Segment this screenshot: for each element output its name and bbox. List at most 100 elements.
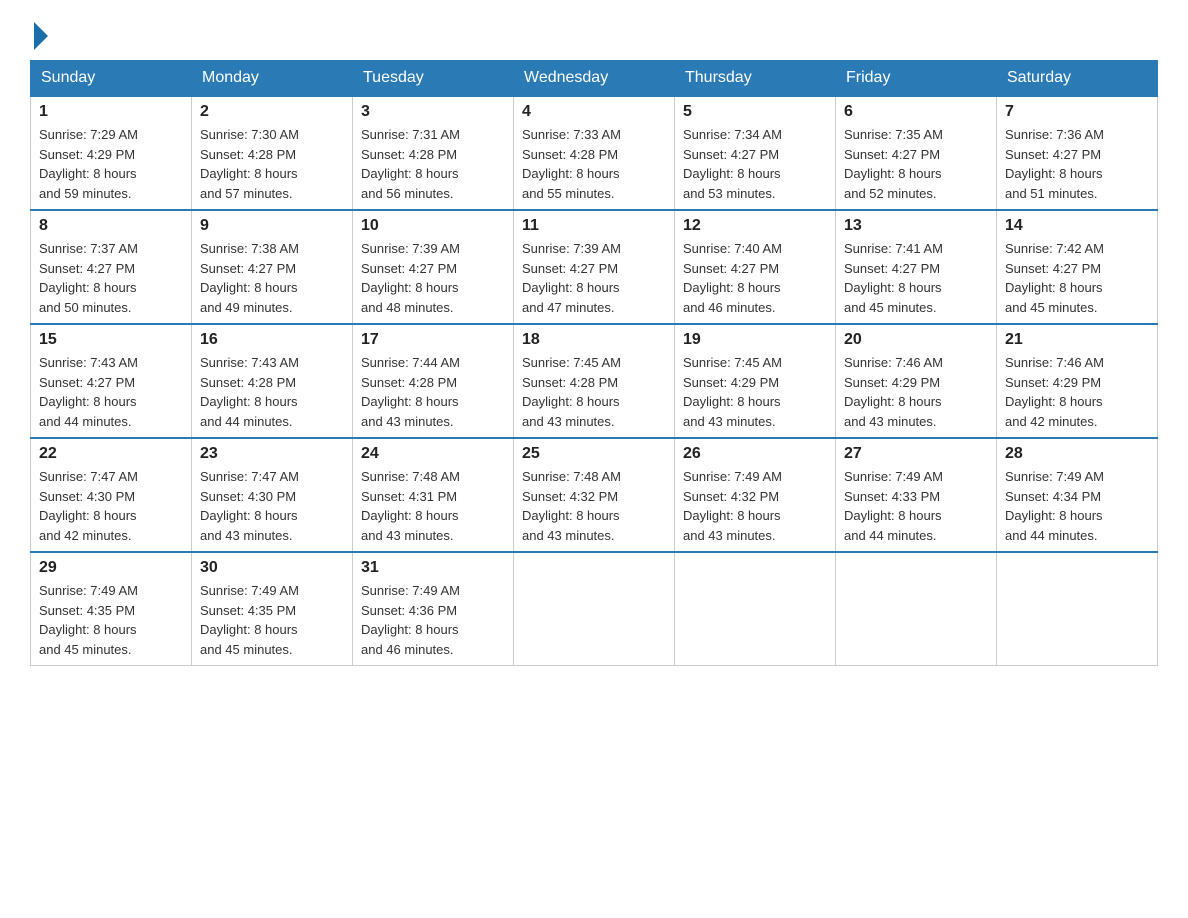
calendar-cell: 16 Sunrise: 7:43 AMSunset: 4:28 PMDayligh… <box>192 324 353 438</box>
calendar-cell: 30 Sunrise: 7:49 AMSunset: 4:35 PMDayligh… <box>192 552 353 666</box>
calendar-week-row: 1 Sunrise: 7:29 AMSunset: 4:29 PMDaylight… <box>31 96 1158 210</box>
calendar-cell: 22 Sunrise: 7:47 AMSunset: 4:30 PMDayligh… <box>31 438 192 552</box>
day-info: Sunrise: 7:36 AMSunset: 4:27 PMDaylight:… <box>1005 125 1149 203</box>
day-info: Sunrise: 7:33 AMSunset: 4:28 PMDaylight:… <box>522 125 666 203</box>
weekday-header-tuesday: Tuesday <box>353 61 514 97</box>
day-info: Sunrise: 7:35 AMSunset: 4:27 PMDaylight:… <box>844 125 988 203</box>
calendar-table: SundayMondayTuesdayWednesdayThursdayFrid… <box>30 60 1158 666</box>
day-number: 1 <box>39 103 183 121</box>
calendar-cell: 3 Sunrise: 7:31 AMSunset: 4:28 PMDaylight… <box>353 96 514 210</box>
day-info: Sunrise: 7:34 AMSunset: 4:27 PMDaylight:… <box>683 125 827 203</box>
day-number: 11 <box>522 217 666 235</box>
day-info: Sunrise: 7:49 AMSunset: 4:33 PMDaylight:… <box>844 467 988 545</box>
calendar-cell: 23 Sunrise: 7:47 AMSunset: 4:30 PMDayligh… <box>192 438 353 552</box>
calendar-cell: 19 Sunrise: 7:45 AMSunset: 4:29 PMDayligh… <box>675 324 836 438</box>
day-number: 21 <box>1005 331 1149 349</box>
day-number: 24 <box>361 445 505 463</box>
day-info: Sunrise: 7:48 AMSunset: 4:31 PMDaylight:… <box>361 467 505 545</box>
calendar-cell: 28 Sunrise: 7:49 AMSunset: 4:34 PMDayligh… <box>997 438 1158 552</box>
day-info: Sunrise: 7:47 AMSunset: 4:30 PMDaylight:… <box>200 467 344 545</box>
calendar-week-row: 29 Sunrise: 7:49 AMSunset: 4:35 PMDayligh… <box>31 552 1158 666</box>
day-number: 15 <box>39 331 183 349</box>
day-number: 29 <box>39 559 183 577</box>
calendar-cell <box>997 552 1158 666</box>
calendar-cell: 20Sunrise: 7:46 AMSunset: 4:29 PMDayligh… <box>836 324 997 438</box>
day-number: 22 <box>39 445 183 463</box>
day-number: 16 <box>200 331 344 349</box>
calendar-header-row: SundayMondayTuesdayWednesdayThursdayFrid… <box>31 61 1158 97</box>
day-info: Sunrise: 7:49 AMSunset: 4:35 PMDaylight:… <box>39 581 183 659</box>
day-number: 3 <box>361 103 505 121</box>
day-number: 14 <box>1005 217 1149 235</box>
day-info: Sunrise: 7:45 AMSunset: 4:28 PMDaylight:… <box>522 353 666 431</box>
day-info: Sunrise: 7:38 AMSunset: 4:27 PMDaylight:… <box>200 239 344 317</box>
day-info: Sunrise: 7:46 AMSunset: 4:29 PMDaylight:… <box>1005 353 1149 431</box>
day-number: 7 <box>1005 103 1149 121</box>
day-info: Sunrise: 7:39 AMSunset: 4:27 PMDaylight:… <box>522 239 666 317</box>
calendar-cell: 9 Sunrise: 7:38 AMSunset: 4:27 PMDaylight… <box>192 210 353 324</box>
day-info: Sunrise: 7:45 AMSunset: 4:29 PMDaylight:… <box>683 353 827 431</box>
calendar-cell: 25Sunrise: 7:48 AMSunset: 4:32 PMDayligh… <box>514 438 675 552</box>
day-number: 4 <box>522 103 666 121</box>
day-info: Sunrise: 7:43 AMSunset: 4:27 PMDaylight:… <box>39 353 183 431</box>
calendar-week-row: 8 Sunrise: 7:37 AMSunset: 4:27 PMDaylight… <box>31 210 1158 324</box>
day-info: Sunrise: 7:47 AMSunset: 4:30 PMDaylight:… <box>39 467 183 545</box>
page-header <box>30 20 1158 50</box>
day-info: Sunrise: 7:31 AMSunset: 4:28 PMDaylight:… <box>361 125 505 203</box>
calendar-cell: 10 Sunrise: 7:39 AMSunset: 4:27 PMDayligh… <box>353 210 514 324</box>
weekday-header-saturday: Saturday <box>997 61 1158 97</box>
calendar-cell: 26Sunrise: 7:49 AMSunset: 4:32 PMDayligh… <box>675 438 836 552</box>
day-info: Sunrise: 7:49 AMSunset: 4:35 PMDaylight:… <box>200 581 344 659</box>
calendar-cell <box>836 552 997 666</box>
day-number: 31 <box>361 559 505 577</box>
calendar-cell <box>514 552 675 666</box>
calendar-cell: 5 Sunrise: 7:34 AMSunset: 4:27 PMDaylight… <box>675 96 836 210</box>
day-number: 23 <box>200 445 344 463</box>
day-info: Sunrise: 7:39 AMSunset: 4:27 PMDaylight:… <box>361 239 505 317</box>
calendar-cell: 27 Sunrise: 7:49 AMSunset: 4:33 PMDayligh… <box>836 438 997 552</box>
day-info: Sunrise: 7:41 AMSunset: 4:27 PMDaylight:… <box>844 239 988 317</box>
day-number: 6 <box>844 103 988 121</box>
calendar-cell: 29 Sunrise: 7:49 AMSunset: 4:35 PMDayligh… <box>31 552 192 666</box>
calendar-cell: 8 Sunrise: 7:37 AMSunset: 4:27 PMDaylight… <box>31 210 192 324</box>
day-number: 10 <box>361 217 505 235</box>
calendar-cell: 7 Sunrise: 7:36 AMSunset: 4:27 PMDaylight… <box>997 96 1158 210</box>
weekday-header-friday: Friday <box>836 61 997 97</box>
calendar-cell: 4 Sunrise: 7:33 AMSunset: 4:28 PMDaylight… <box>514 96 675 210</box>
day-number: 2 <box>200 103 344 121</box>
day-info: Sunrise: 7:40 AMSunset: 4:27 PMDaylight:… <box>683 239 827 317</box>
logo <box>30 20 48 50</box>
day-info: Sunrise: 7:43 AMSunset: 4:28 PMDaylight:… <box>200 353 344 431</box>
weekday-header-thursday: Thursday <box>675 61 836 97</box>
calendar-cell: 14Sunrise: 7:42 AMSunset: 4:27 PMDayligh… <box>997 210 1158 324</box>
day-info: Sunrise: 7:49 AMSunset: 4:34 PMDaylight:… <box>1005 467 1149 545</box>
calendar-cell: 1 Sunrise: 7:29 AMSunset: 4:29 PMDaylight… <box>31 96 192 210</box>
day-number: 30 <box>200 559 344 577</box>
day-number: 26 <box>683 445 827 463</box>
calendar-cell: 13Sunrise: 7:41 AMSunset: 4:27 PMDayligh… <box>836 210 997 324</box>
day-number: 9 <box>200 217 344 235</box>
calendar-cell: 6 Sunrise: 7:35 AMSunset: 4:27 PMDaylight… <box>836 96 997 210</box>
calendar-week-row: 22 Sunrise: 7:47 AMSunset: 4:30 PMDayligh… <box>31 438 1158 552</box>
weekday-header-sunday: Sunday <box>31 61 192 97</box>
day-number: 27 <box>844 445 988 463</box>
weekday-header-wednesday: Wednesday <box>514 61 675 97</box>
day-number: 28 <box>1005 445 1149 463</box>
weekday-header-monday: Monday <box>192 61 353 97</box>
day-number: 20 <box>844 331 988 349</box>
day-info: Sunrise: 7:49 AMSunset: 4:36 PMDaylight:… <box>361 581 505 659</box>
calendar-week-row: 15 Sunrise: 7:43 AMSunset: 4:27 PMDayligh… <box>31 324 1158 438</box>
calendar-cell: 12 Sunrise: 7:40 AMSunset: 4:27 PMDayligh… <box>675 210 836 324</box>
logo-arrow-icon <box>34 22 48 50</box>
day-number: 12 <box>683 217 827 235</box>
day-info: Sunrise: 7:37 AMSunset: 4:27 PMDaylight:… <box>39 239 183 317</box>
day-number: 25 <box>522 445 666 463</box>
day-number: 19 <box>683 331 827 349</box>
day-number: 8 <box>39 217 183 235</box>
day-info: Sunrise: 7:44 AMSunset: 4:28 PMDaylight:… <box>361 353 505 431</box>
calendar-cell: 24 Sunrise: 7:48 AMSunset: 4:31 PMDayligh… <box>353 438 514 552</box>
calendar-cell: 18 Sunrise: 7:45 AMSunset: 4:28 PMDayligh… <box>514 324 675 438</box>
day-info: Sunrise: 7:29 AMSunset: 4:29 PMDaylight:… <box>39 125 183 203</box>
day-number: 5 <box>683 103 827 121</box>
day-number: 18 <box>522 331 666 349</box>
